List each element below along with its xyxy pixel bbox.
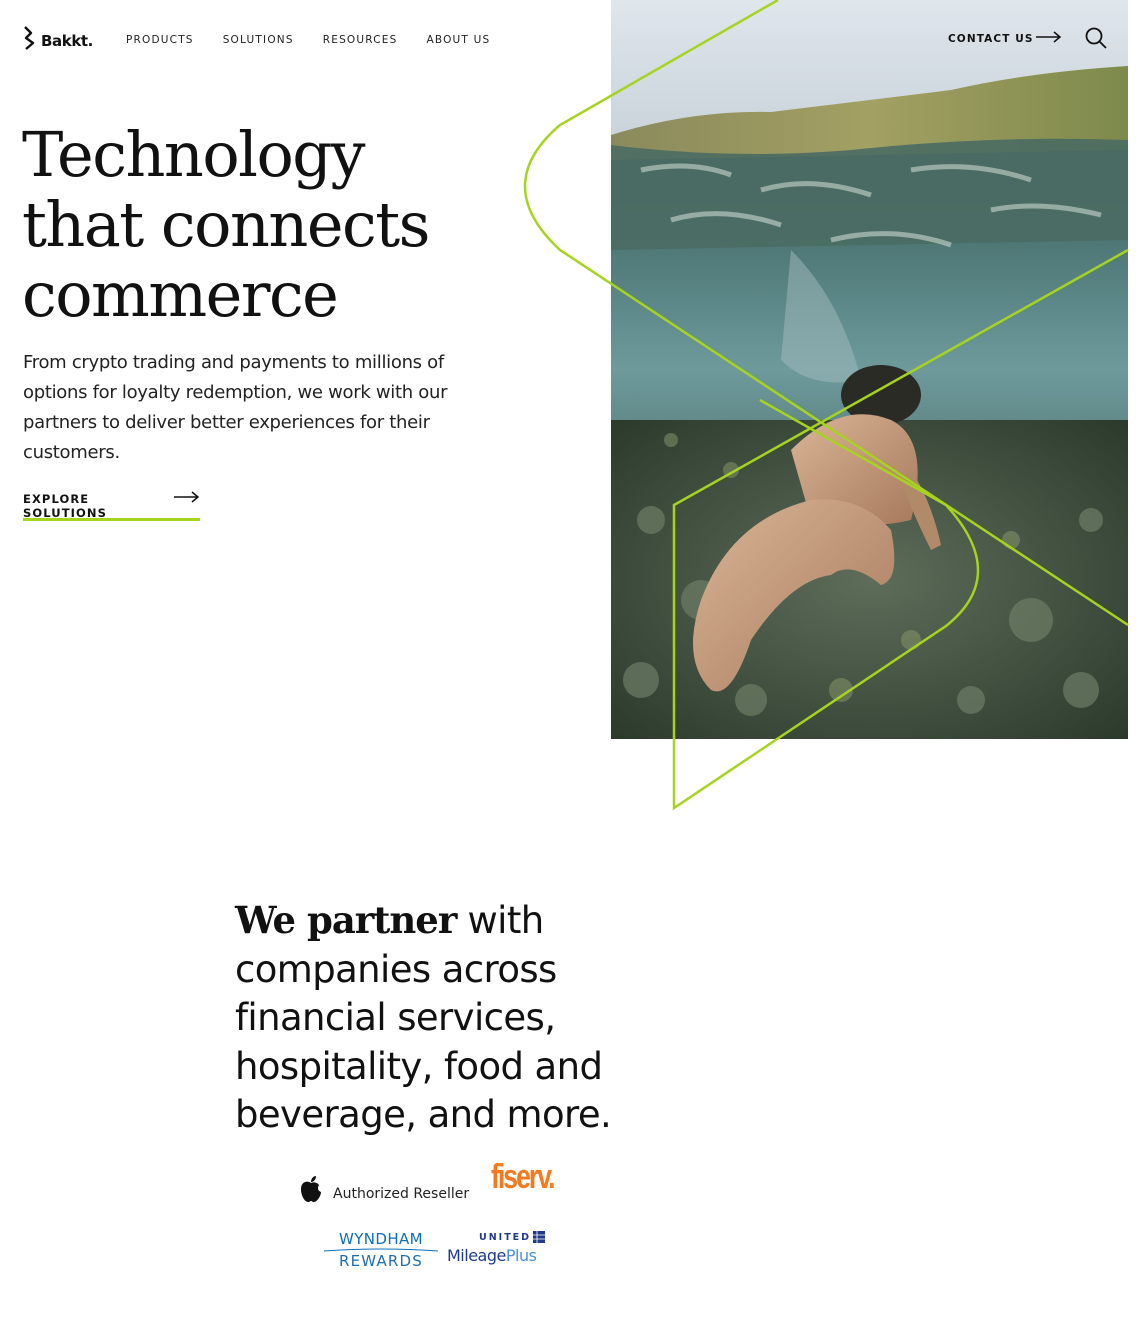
partners-heading-line: We partner with — [235, 896, 675, 946]
united-line2: MileagePlus — [447, 1246, 537, 1265]
partners-heading-line: companies across — [235, 947, 557, 991]
logo-text: Bakkt. — [41, 31, 93, 50]
wyndham-rewards-logo: WYNDHAM REWARDS — [324, 1230, 438, 1270]
explore-solutions-label: EXPLORE SOLUTIONS — [23, 492, 108, 520]
hero-subtitle-line: options for loyalty redemption, we work … — [23, 382, 448, 403]
hero-subtitle-line: partners to deliver better experiences f… — [23, 412, 430, 433]
apple-icon — [298, 1174, 324, 1209]
main-nav: PRODUCTS SOLUTIONS RESOURCES ABOUT US — [126, 34, 519, 46]
partners-heading-line: beverage, and more. — [235, 1093, 612, 1136]
hero-title-line: that connects — [22, 188, 431, 261]
explore-solutions-button[interactable]: EXPLORE SOLUTIONS — [23, 490, 200, 521]
united-plus: Plus — [505, 1246, 537, 1265]
nav-products[interactable]: PRODUCTS — [126, 34, 194, 46]
partners-heading-line: hospitality, food and — [235, 1044, 603, 1088]
search-button[interactable] — [1084, 26, 1108, 50]
bakkt-logo[interactable]: Bakkt. — [22, 26, 93, 55]
hero-image — [611, 0, 1128, 739]
apple-authorized-reseller-logo: Authorized Reseller — [298, 1174, 469, 1209]
apple-reseller-label: Authorized Reseller — [333, 1185, 470, 1202]
united-mileage: Mileage — [447, 1246, 506, 1265]
hero-title-line: commerce — [22, 258, 339, 331]
hero-title-line: Technology — [22, 118, 366, 191]
hero-title: Technology that connects commerce — [22, 120, 502, 330]
bakkt-logo-icon — [22, 26, 38, 55]
hero-subtitle-line: From crypto trading and payments to mill… — [23, 352, 444, 373]
wyndham-line2: REWARDS — [338, 1252, 424, 1270]
united-line1: UNITED — [479, 1232, 532, 1243]
nav-resources[interactable]: RESOURCES — [323, 34, 398, 46]
wyndham-line1: WYNDHAM — [338, 1230, 424, 1248]
hero-subtitle-line: customers. — [23, 442, 120, 463]
contact-us-link[interactable]: CONTACT US — [948, 30, 1062, 48]
nav-about-us[interactable]: ABOUT US — [426, 34, 490, 46]
contact-us-label: CONTACT US — [948, 33, 1034, 45]
partners-heading-serif: We partner — [235, 898, 457, 942]
partners-heading-with: with — [456, 899, 544, 942]
partners-heading-line: financial services, — [235, 996, 556, 1039]
arrow-right-icon — [174, 490, 200, 509]
partners-heading: We partner with companies across financi… — [235, 896, 675, 1140]
fiserv-logo: fiserv. — [491, 1158, 555, 1196]
arrow-right-icon — [1035, 30, 1062, 48]
search-icon — [1084, 27, 1108, 54]
nav-solutions[interactable]: SOLUTIONS — [223, 34, 294, 46]
hero-subtitle: From crypto trading and payments to mill… — [23, 348, 493, 468]
